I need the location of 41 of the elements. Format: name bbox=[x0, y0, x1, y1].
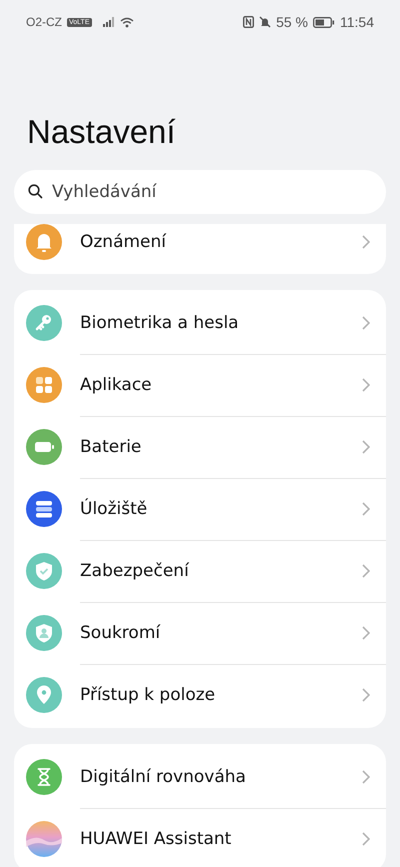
search-icon bbox=[28, 184, 43, 199]
chevron-icon bbox=[362, 235, 370, 249]
signal-icon bbox=[102, 17, 114, 27]
settings-item[interactable]: Zabezpečení bbox=[14, 540, 386, 602]
settings-item[interactable]: Aplikace bbox=[14, 354, 386, 416]
item-label: Soukromí bbox=[80, 622, 160, 642]
bell-muted-icon bbox=[259, 16, 272, 28]
chevron-icon bbox=[362, 378, 370, 392]
page-title: Nastavení bbox=[27, 112, 177, 152]
battery-level-icon bbox=[313, 16, 335, 28]
settings-item[interactable]: Digitální rovnováha bbox=[14, 746, 386, 808]
item-label: Aplikace bbox=[80, 374, 152, 394]
chevron-icon bbox=[362, 832, 370, 846]
battery-percent: 55 % bbox=[276, 14, 308, 30]
settings-item[interactable]: Úložiště bbox=[14, 478, 386, 540]
settings-item[interactable]: HUAWEI Assistant bbox=[14, 808, 386, 867]
item-label: Digitální rovnováha bbox=[80, 766, 246, 786]
chevron-icon bbox=[362, 316, 370, 330]
item-label: Zabezpečení bbox=[80, 560, 189, 580]
wifi-icon bbox=[120, 16, 134, 28]
item-label: Úložiště bbox=[80, 498, 148, 518]
chevron-icon bbox=[362, 770, 370, 784]
carrier-name: O2-CZ bbox=[26, 15, 62, 29]
chevron-icon bbox=[362, 564, 370, 578]
clock-time: 11:54 bbox=[340, 14, 374, 30]
item-label: HUAWEI Assistant bbox=[80, 829, 232, 849]
item-label: Oznámení bbox=[80, 232, 166, 252]
chevron-icon bbox=[362, 502, 370, 516]
item-label: Biometrika a hesla bbox=[80, 312, 239, 332]
settings-item[interactable]: Přístup k poloze bbox=[14, 664, 386, 726]
settings-item[interactable]: Biometrika a hesla bbox=[14, 292, 386, 354]
chevron-icon bbox=[362, 626, 370, 640]
item-label: Přístup k poloze bbox=[80, 685, 216, 705]
search-field[interactable]: Vyhledávání bbox=[14, 170, 386, 214]
settings-item[interactable]: Soukromí bbox=[14, 602, 386, 664]
item-label: Baterie bbox=[80, 436, 142, 456]
chevron-icon bbox=[362, 688, 370, 702]
nfc-icon bbox=[243, 16, 254, 28]
settings-item[interactable]: Baterie bbox=[14, 416, 386, 478]
chevron-icon bbox=[362, 440, 370, 454]
settings-item[interactable]: Oznámení bbox=[14, 224, 386, 273]
